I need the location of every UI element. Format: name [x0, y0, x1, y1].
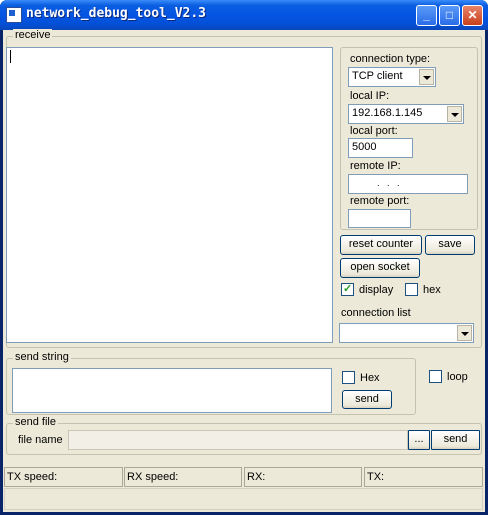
send-hex-label: Hex — [360, 372, 380, 384]
hex-checkbox[interactable] — [405, 283, 418, 296]
app-window: network_debug_tool_V2.3 _ □ ✕ receive co… — [0, 0, 488, 515]
connection-list-select[interactable] — [339, 323, 474, 343]
receive-textarea[interactable] — [6, 47, 333, 343]
close-button[interactable]: ✕ — [462, 5, 483, 26]
hex-label: hex — [423, 284, 441, 296]
maximize-button[interactable]: □ — [439, 5, 460, 26]
chevron-down-icon[interactable] — [457, 325, 472, 341]
app-icon[interactable] — [6, 7, 22, 23]
send-hex-checkbox[interactable] — [342, 371, 355, 384]
display-checkbox[interactable] — [341, 282, 354, 296]
local-ip-select[interactable]: 192.168.1.145 — [348, 104, 464, 124]
tx-speed-status: TX speed: — [4, 467, 123, 487]
local-ip-value: 192.168.1.145 — [352, 107, 423, 119]
file-name-label: file name — [18, 434, 63, 446]
rx-status: RX: — [244, 467, 362, 487]
client-area: receive connection type: TCP client loca… — [3, 29, 485, 512]
file-name-input[interactable] — [68, 430, 408, 450]
local-port-label: local port: — [350, 125, 398, 137]
local-ip-label: local IP: — [350, 90, 390, 102]
browse-button[interactable]: ... — [408, 430, 430, 450]
status-bar-bottom — [4, 488, 483, 510]
remote-port-label: remote port: — [350, 195, 410, 207]
loop-checkbox[interactable] — [429, 370, 442, 383]
reset-counter-button[interactable]: reset counter — [340, 235, 422, 255]
rx-speed-status: RX speed: — [124, 467, 242, 487]
remote-ip-input[interactable]: . . . — [348, 174, 468, 194]
display-label: display — [359, 284, 394, 296]
save-button[interactable]: save — [425, 235, 475, 255]
minimize-button[interactable]: _ — [416, 5, 437, 26]
connection-list-label: connection list — [341, 307, 411, 319]
connection-type-label: connection type: — [350, 53, 431, 65]
window-title: network_debug_tool_V2.3 — [26, 6, 207, 21]
send-string-textarea[interactable] — [12, 368, 332, 413]
connection-type-value: TCP client — [352, 70, 403, 82]
send-string-group-label: send string — [13, 351, 71, 363]
local-port-input[interactable]: 5000 — [348, 138, 413, 158]
send-file-group-label: send file — [13, 416, 58, 428]
remote-port-input[interactable] — [348, 209, 411, 228]
loop-label: loop — [447, 371, 468, 383]
text-cursor — [10, 50, 11, 63]
connection-type-select[interactable]: TCP client — [348, 67, 436, 87]
tx-status: TX: — [364, 467, 483, 487]
send-string-button[interactable]: send — [342, 390, 392, 409]
remote-ip-label: remote IP: — [350, 160, 401, 172]
receive-group-label: receive — [13, 29, 53, 41]
open-socket-button[interactable]: open socket — [340, 258, 420, 278]
chevron-down-icon[interactable] — [419, 69, 434, 85]
chevron-down-icon[interactable] — [447, 106, 462, 122]
send-file-button[interactable]: send — [431, 430, 480, 450]
title-bar[interactable]: network_debug_tool_V2.3 _ □ ✕ — [0, 0, 488, 30]
